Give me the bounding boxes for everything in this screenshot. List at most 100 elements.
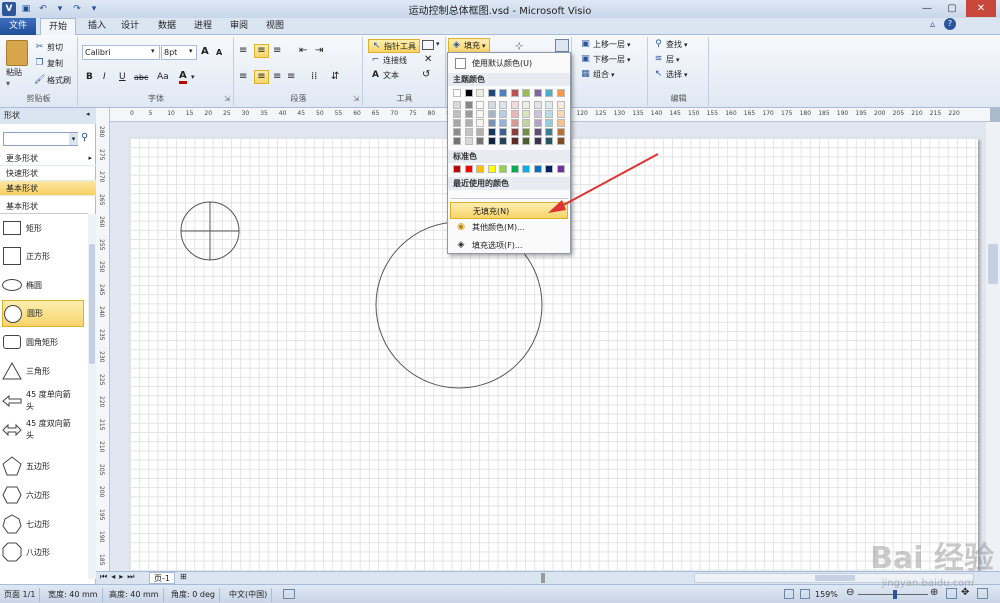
- theme-color-swatch[interactable]: [499, 110, 507, 118]
- align-middle-icon[interactable]: ≡: [254, 44, 269, 58]
- master-rounded-rectangle[interactable]: 圆角矩形: [2, 329, 84, 355]
- master-circle[interactable]: 圆形: [2, 300, 84, 327]
- fill-button[interactable]: ◈ 填充 ▾: [448, 38, 490, 53]
- standard-color-swatch[interactable]: [453, 165, 461, 173]
- theme-color-swatch[interactable]: [556, 89, 565, 97]
- theme-color-swatch[interactable]: [453, 137, 461, 145]
- master-ellipse[interactable]: 椭圆: [2, 272, 84, 298]
- shrink-font-button[interactable]: A: [216, 48, 222, 57]
- pointer-tool-button[interactable]: ↖ 指针工具: [368, 39, 420, 53]
- align-top-icon[interactable]: ≡: [239, 45, 247, 56]
- increase-indent-icon[interactable]: ⇥: [315, 45, 323, 56]
- align-right-icon[interactable]: ≡: [273, 71, 281, 82]
- theme-color-swatch[interactable]: [510, 137, 519, 145]
- copy-button[interactable]: ❐ 复制: [34, 58, 63, 69]
- theme-color-swatch[interactable]: [545, 119, 553, 127]
- theme-color-swatch[interactable]: [533, 119, 542, 127]
- close-tool-icon[interactable]: ✕: [424, 54, 432, 65]
- theme-color-swatch[interactable]: [533, 137, 542, 145]
- minimize-ribbon-icon[interactable]: ▵: [930, 19, 935, 30]
- bold-button[interactable]: B: [86, 72, 93, 82]
- theme-color-swatch[interactable]: [556, 119, 565, 127]
- theme-color-swatch[interactable]: [487, 101, 496, 109]
- more-colors-item[interactable]: ◉ 其他颜色(M)...: [450, 219, 568, 236]
- shape-tool-dropdown-icon[interactable]: ▾: [436, 40, 440, 48]
- font-size-dropdown-icon[interactable]: ▾: [189, 47, 193, 55]
- connector-button[interactable]: ⌐ 连接线: [370, 55, 407, 66]
- font-name-dropdown-icon[interactable]: ▾: [151, 47, 155, 55]
- tab-home[interactable]: 开始: [40, 18, 77, 36]
- theme-color-swatch[interactable]: [464, 110, 473, 118]
- theme-color-swatch[interactable]: [510, 119, 519, 127]
- paste-icon[interactable]: [6, 40, 28, 66]
- theme-color-swatch[interactable]: [453, 101, 461, 109]
- theme-color-swatch[interactable]: [533, 89, 542, 97]
- master-pentagon[interactable]: 五边形: [2, 453, 84, 479]
- theme-color-swatch[interactable]: [522, 137, 530, 145]
- theme-color-swatch[interactable]: [464, 101, 473, 109]
- theme-color-swatch[interactable]: [533, 110, 542, 118]
- theme-color-swatch[interactable]: [464, 89, 473, 97]
- text-direction-icon[interactable]: ⇵: [331, 71, 339, 82]
- theme-color-swatch[interactable]: [453, 128, 461, 136]
- theme-color-swatch[interactable]: [499, 119, 507, 127]
- use-default-color-item[interactable]: 使用默认颜色(U): [450, 55, 568, 72]
- decrease-indent-icon[interactable]: ⇤: [299, 45, 307, 56]
- theme-color-swatch[interactable]: [510, 89, 519, 97]
- master-rectangle[interactable]: 矩形: [2, 215, 84, 241]
- rotate-tool-icon[interactable]: ↺: [422, 69, 430, 80]
- insert-page-icon[interactable]: ⊞: [180, 572, 187, 581]
- align-bottom-icon[interactable]: ≡: [273, 45, 281, 56]
- search-dropdown-icon[interactable]: ▾: [69, 133, 78, 145]
- tab-data[interactable]: 数据: [150, 18, 184, 35]
- status-language[interactable]: 中文(中国): [229, 588, 273, 602]
- underline-button[interactable]: U: [119, 72, 126, 82]
- help-icon[interactable]: ?: [944, 18, 956, 30]
- master-double-arrow[interactable]: 45 度双向箭头: [2, 416, 84, 444]
- tab-file[interactable]: 文件: [0, 18, 36, 35]
- shapes-scroll-thumb[interactable]: [89, 244, 95, 364]
- send-backward-button[interactable]: ▣ 下移一层 ▾: [580, 54, 630, 65]
- small-circle-shape[interactable]: [180, 201, 240, 261]
- font-color-button[interactable]: A: [179, 70, 187, 84]
- vertical-scroll-thumb[interactable]: [988, 244, 998, 284]
- more-shapes-link[interactable]: 更多形状 ▸: [0, 151, 96, 166]
- maximize-button[interactable]: ▢: [940, 0, 964, 17]
- theme-color-swatch[interactable]: [464, 128, 473, 136]
- theme-color-swatch[interactable]: [522, 119, 530, 127]
- theme-color-swatch[interactable]: [556, 110, 565, 118]
- tab-review[interactable]: 审阅: [222, 18, 256, 35]
- theme-color-swatch[interactable]: [545, 101, 553, 109]
- presentation-icon[interactable]: [800, 589, 810, 599]
- paste-dropdown-icon[interactable]: ▾: [6, 79, 10, 88]
- theme-color-swatch[interactable]: [556, 137, 565, 145]
- shapes-pane-collapse-icon[interactable]: ◂: [86, 110, 90, 118]
- theme-color-swatch[interactable]: [499, 128, 507, 136]
- tab-insert[interactable]: 插入: [80, 18, 114, 35]
- align-left-icon[interactable]: ≡: [239, 71, 247, 82]
- select-button[interactable]: ↖ 选择 ▾: [653, 69, 688, 80]
- group-button[interactable]: ▦ 组合 ▾: [580, 69, 614, 80]
- theme-color-swatch[interactable]: [499, 89, 507, 97]
- strikethrough-button[interactable]: abc: [134, 73, 148, 82]
- fit-page-icon[interactable]: [946, 588, 957, 599]
- fill-options-item[interactable]: ◈ 填充选项(F)...: [450, 237, 568, 254]
- theme-color-swatch[interactable]: [556, 128, 565, 136]
- theme-color-swatch[interactable]: [522, 101, 530, 109]
- theme-color-swatch[interactable]: [453, 119, 461, 127]
- theme-color-swatch[interactable]: [545, 128, 553, 136]
- shape-search-input[interactable]: [3, 132, 78, 146]
- theme-color-swatch[interactable]: [533, 128, 542, 136]
- standard-color-swatch[interactable]: [487, 165, 496, 173]
- minimize-button[interactable]: —: [915, 0, 939, 17]
- vertical-scrollbar[interactable]: [986, 122, 1000, 571]
- basic-shapes-stencil[interactable]: 基本形状: [0, 181, 96, 196]
- zoom-slider-thumb[interactable]: [893, 590, 897, 599]
- master-octagon[interactable]: 八边形: [2, 539, 84, 565]
- theme-color-swatch[interactable]: [464, 119, 473, 127]
- shapes-scrollbar[interactable]: [88, 214, 96, 579]
- theme-color-swatch[interactable]: [522, 110, 530, 118]
- search-icon[interactable]: ⚲: [81, 132, 88, 143]
- zoom-out-icon[interactable]: ⊖: [846, 587, 854, 598]
- font-name-select[interactable]: Calibri: [82, 45, 160, 60]
